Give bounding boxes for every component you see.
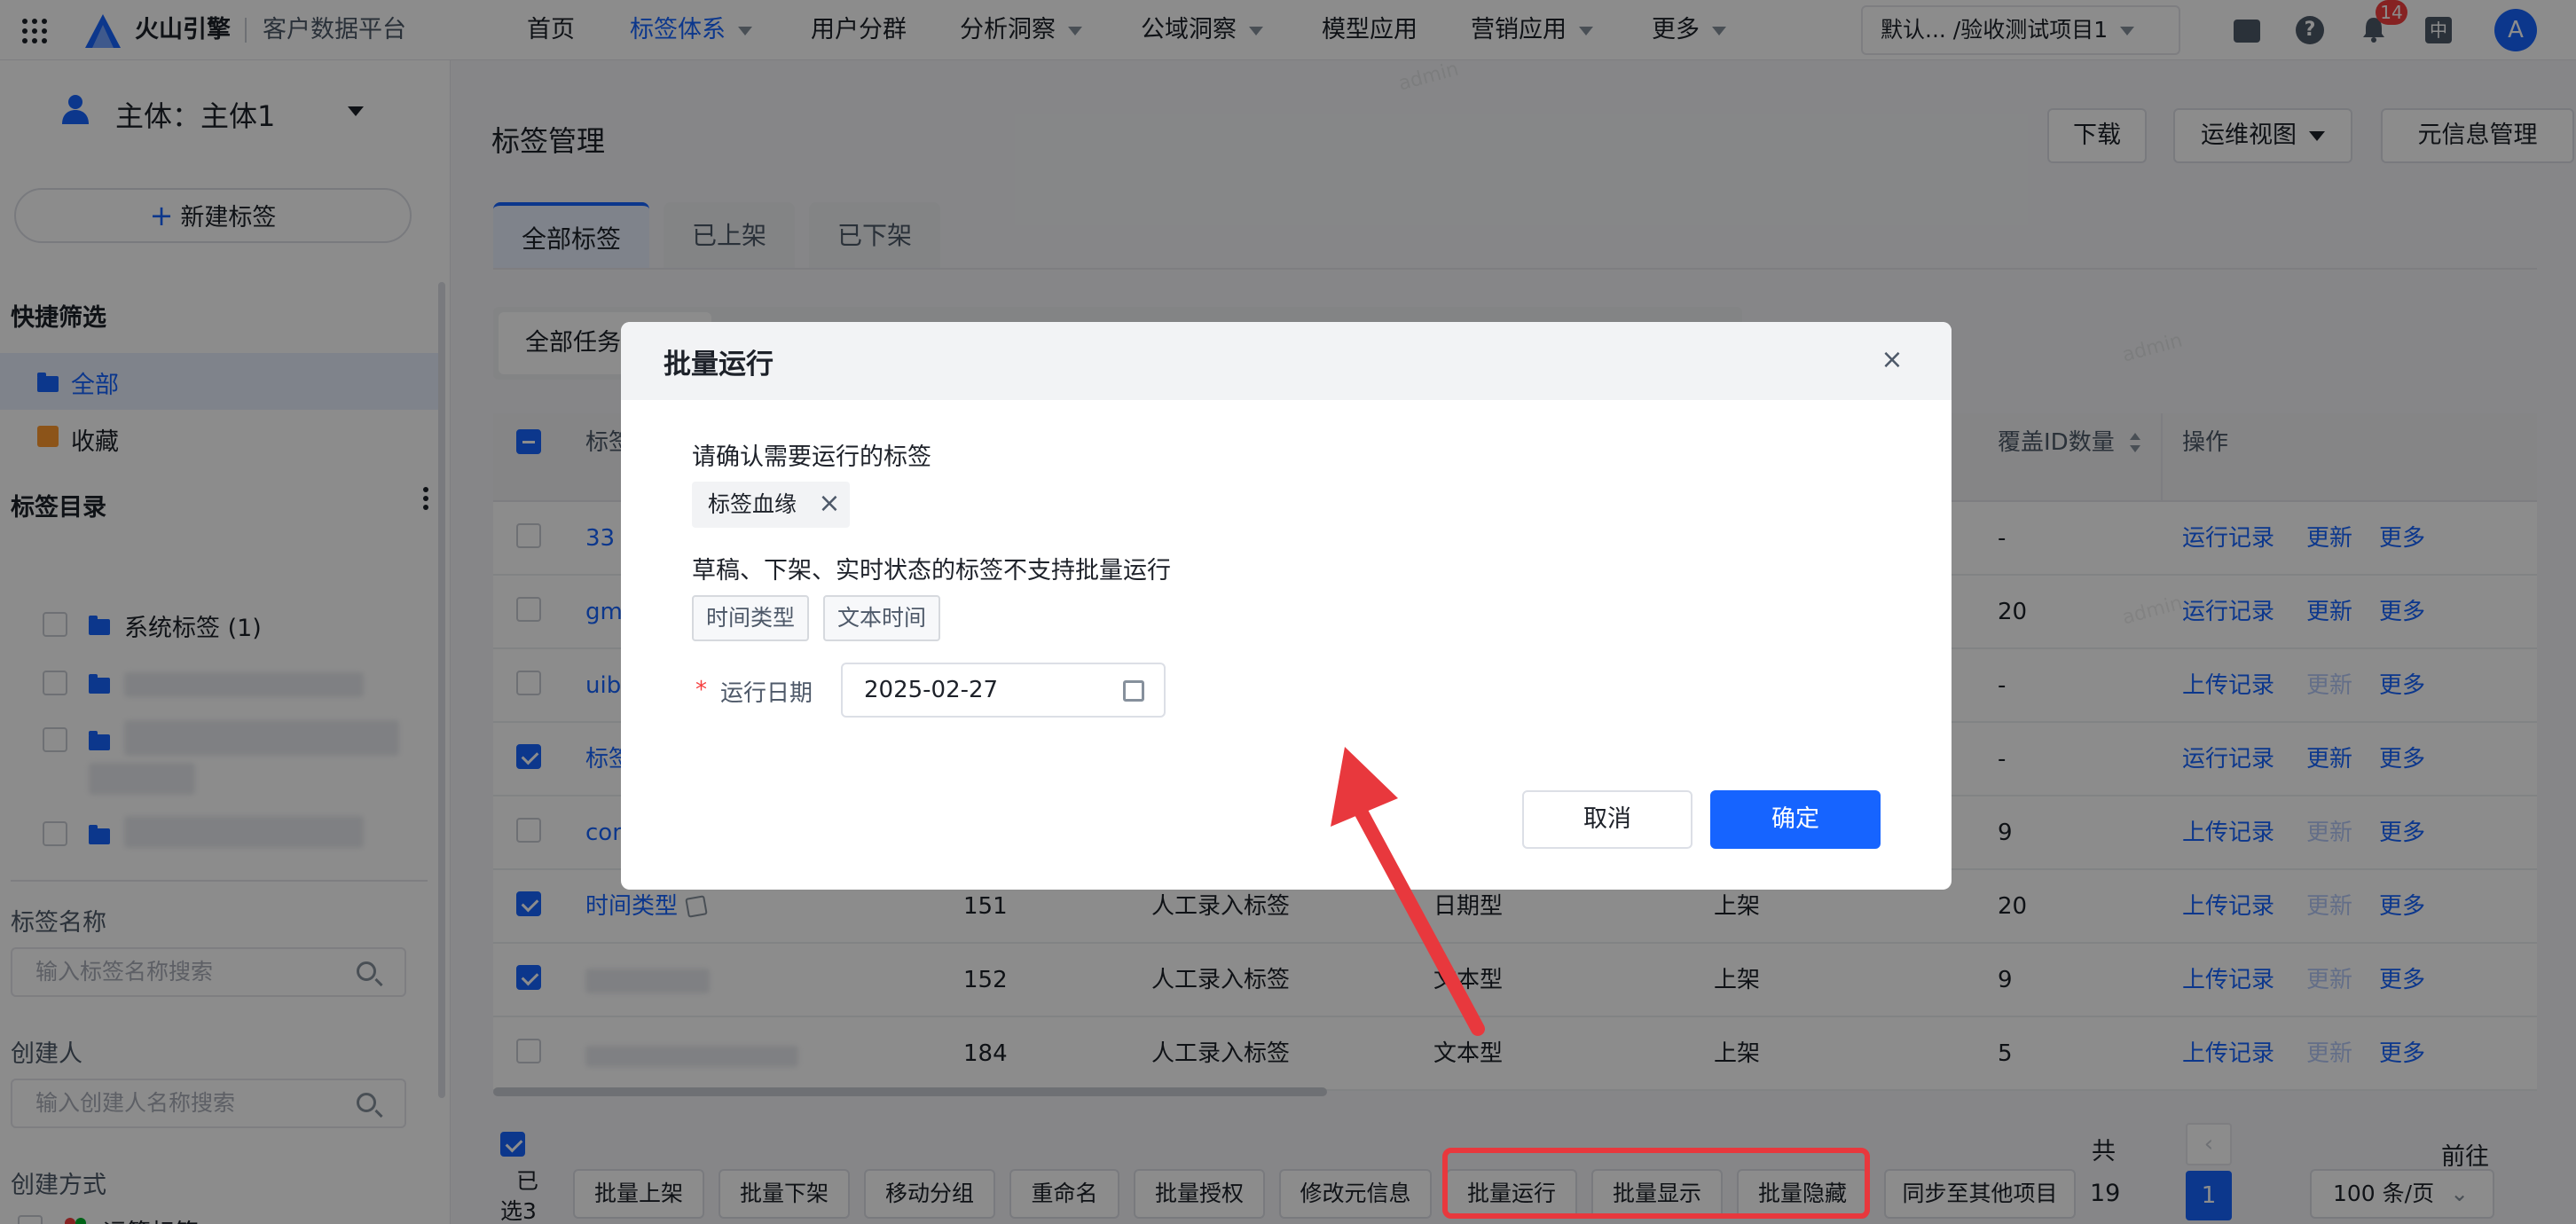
cancel-button[interactable]: 取消 (1522, 790, 1692, 849)
unsupported-notice: 草稿、下架、实时状态的标签不支持批量运行 (692, 557, 1171, 585)
required-asterisk: * (695, 677, 707, 703)
run-date-value: 2025-02-27 (864, 677, 999, 703)
remove-tag-icon[interactable]: × (816, 490, 843, 517)
annotation-arrow (1331, 747, 1485, 1036)
selected-tag-label: 标签血缘 (708, 491, 797, 517)
run-date-picker[interactable]: 2025-02-27 (841, 663, 1166, 718)
dialog-header: 批量运行 × (621, 322, 1952, 400)
calendar-icon[interactable] (1123, 680, 1144, 702)
confirm-button[interactable]: 确定 (1710, 790, 1881, 849)
confirm-prompt: 请确认需要运行的标签 (692, 443, 931, 471)
close-icon[interactable]: × (1879, 347, 1905, 373)
batch-run-dialog: 批量运行 × 请确认需要运行的标签 标签血缘 × 草稿、下架、实时状态的标签不支… (621, 322, 1952, 890)
unsupported-tag-chip: 时间类型 (692, 595, 809, 641)
dialog-title: 批量运行 (664, 349, 774, 381)
run-date-label: 运行日期 (720, 680, 813, 707)
unsupported-tag-chip: 文本时间 (823, 595, 940, 641)
annotation-highlight-box (1442, 1148, 1870, 1219)
